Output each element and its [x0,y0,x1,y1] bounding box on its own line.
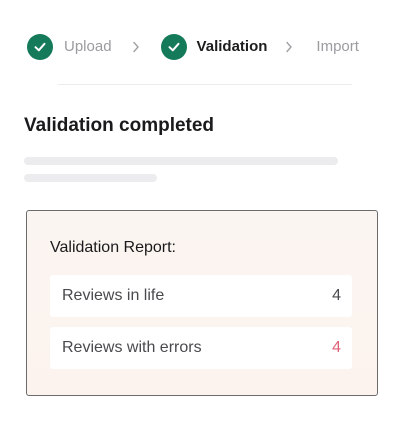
stepper-divider [58,84,352,85]
error-count-value: 4 [332,339,341,356]
step-upload-label: Upload [64,38,112,55]
validation-page: Upload Validation Import Validation comp… [0,0,408,428]
report-row-reviews-in-life: Reviews in life 4 [50,275,352,317]
step-import-label: Import [316,38,359,55]
chevron-right-icon [130,34,142,60]
report-row-reviews-with-errors: Reviews with errors 4 [50,327,352,369]
chevron-right-icon [283,34,295,60]
report-row-value: 4 [332,287,341,304]
validation-report-card: Validation Report: Reviews in life 4 Rev… [26,210,378,396]
report-row-label: Reviews in life [62,287,165,304]
skeleton-line [24,174,157,182]
step-import[interactable]: Import [316,34,359,60]
page-title: Validation completed [24,115,215,136]
report-title: Validation Report: [50,239,176,256]
check-icon [160,34,187,60]
check-icon [27,34,53,60]
step-upload[interactable]: Upload [27,34,112,60]
import-stepper: Upload Validation Import [27,34,359,60]
report-row-label: Reviews with errors [62,339,202,356]
skeleton-line [24,157,338,165]
step-validation-label: Validation [196,38,268,55]
step-validation[interactable]: Validation [160,34,268,60]
